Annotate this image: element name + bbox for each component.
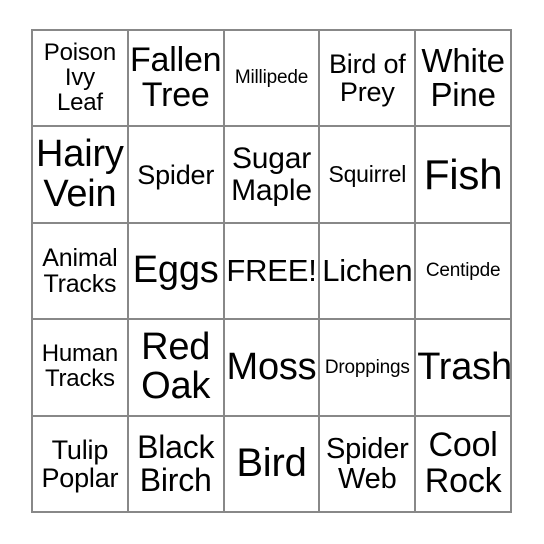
bingo-cell[interactable]: Cool Rock xyxy=(416,416,512,513)
bingo-cell[interactable]: Droppings xyxy=(320,320,417,417)
bingo-cell-label: Moss xyxy=(226,345,317,388)
bingo-cell-label: Hairy Vein xyxy=(36,133,124,215)
bingo-cell-free-space[interactable]: FREE! xyxy=(224,223,321,321)
bingo-cell[interactable]: Centipde xyxy=(416,223,512,321)
bingo-cell[interactable]: Spider xyxy=(128,127,225,224)
bingo-cell-label: Sugar Maple xyxy=(231,142,312,207)
bingo-cell-label: FREE! xyxy=(226,252,317,288)
bingo-cell-label: Animal Tracks xyxy=(42,243,118,298)
bingo-cell[interactable]: Trash xyxy=(416,320,512,417)
bingo-cell[interactable]: Sugar Maple xyxy=(224,127,321,224)
bingo-cell[interactable]: Bird of Prey xyxy=(320,31,417,128)
bingo-cell-label: Red Oak xyxy=(141,325,211,408)
bingo-cell[interactable]: Eggs xyxy=(128,223,225,321)
bingo-cell-label: White Pine xyxy=(421,41,505,114)
bingo-cell[interactable]: Hairy Vein xyxy=(33,127,129,224)
bingo-cell-label: Eggs xyxy=(132,249,219,292)
bingo-cell-label: Lichen xyxy=(322,252,413,288)
bingo-cell-label: Bird of Prey xyxy=(328,49,406,108)
bingo-cell-label: Cool Rock xyxy=(424,426,502,500)
bingo-cell[interactable]: Fallen Tree xyxy=(128,31,225,128)
bingo-cell[interactable]: Red Oak xyxy=(128,320,225,417)
bingo-cell[interactable]: Moss xyxy=(224,320,321,417)
bingo-cell-label: Black Birch xyxy=(137,428,215,498)
bingo-cell-label: Squirrel xyxy=(328,160,407,187)
bingo-cell-label: Tulip Poplar xyxy=(41,434,119,493)
bingo-cell-label: Centipde xyxy=(425,260,501,282)
bingo-cell[interactable]: Poison Ivy Leaf xyxy=(33,31,129,128)
bingo-cell-label: Spider Web xyxy=(325,432,409,495)
bingo-cell[interactable]: Millipede xyxy=(224,31,321,128)
bingo-cell[interactable]: Squirrel xyxy=(320,127,417,224)
bingo-cell[interactable]: Animal Tracks xyxy=(33,223,129,321)
bingo-cell-label: Fallen Tree xyxy=(129,40,222,115)
bingo-cell-label: Trash xyxy=(417,345,512,388)
bingo-card-grid: Poison Ivy Leaf Fallen Tree Millipede Bird … xyxy=(31,29,512,513)
bingo-cell-label: Human Tracks xyxy=(41,340,119,393)
bingo-cell-label: Spider xyxy=(137,159,215,190)
bingo-cell[interactable]: Human Tracks xyxy=(33,320,129,417)
bingo-cell[interactable]: Spider Web xyxy=(320,416,417,513)
bingo-cell-label: Bird xyxy=(236,441,307,485)
bingo-cell[interactable]: Black Birch xyxy=(128,416,225,513)
bingo-cell[interactable]: Bird xyxy=(224,416,321,513)
bingo-cell[interactable]: Tulip Poplar xyxy=(33,416,129,513)
bingo-cell[interactable]: Lichen xyxy=(320,223,417,321)
bingo-cell[interactable]: White Pine xyxy=(416,31,512,128)
bingo-cell-label: Poison Ivy Leaf xyxy=(43,38,116,116)
bingo-cell-label: Fish xyxy=(423,150,503,198)
bingo-cell-label: Droppings xyxy=(324,356,410,378)
bingo-cell-label: Millipede xyxy=(234,67,309,89)
bingo-cell[interactable]: Fish xyxy=(416,127,512,224)
